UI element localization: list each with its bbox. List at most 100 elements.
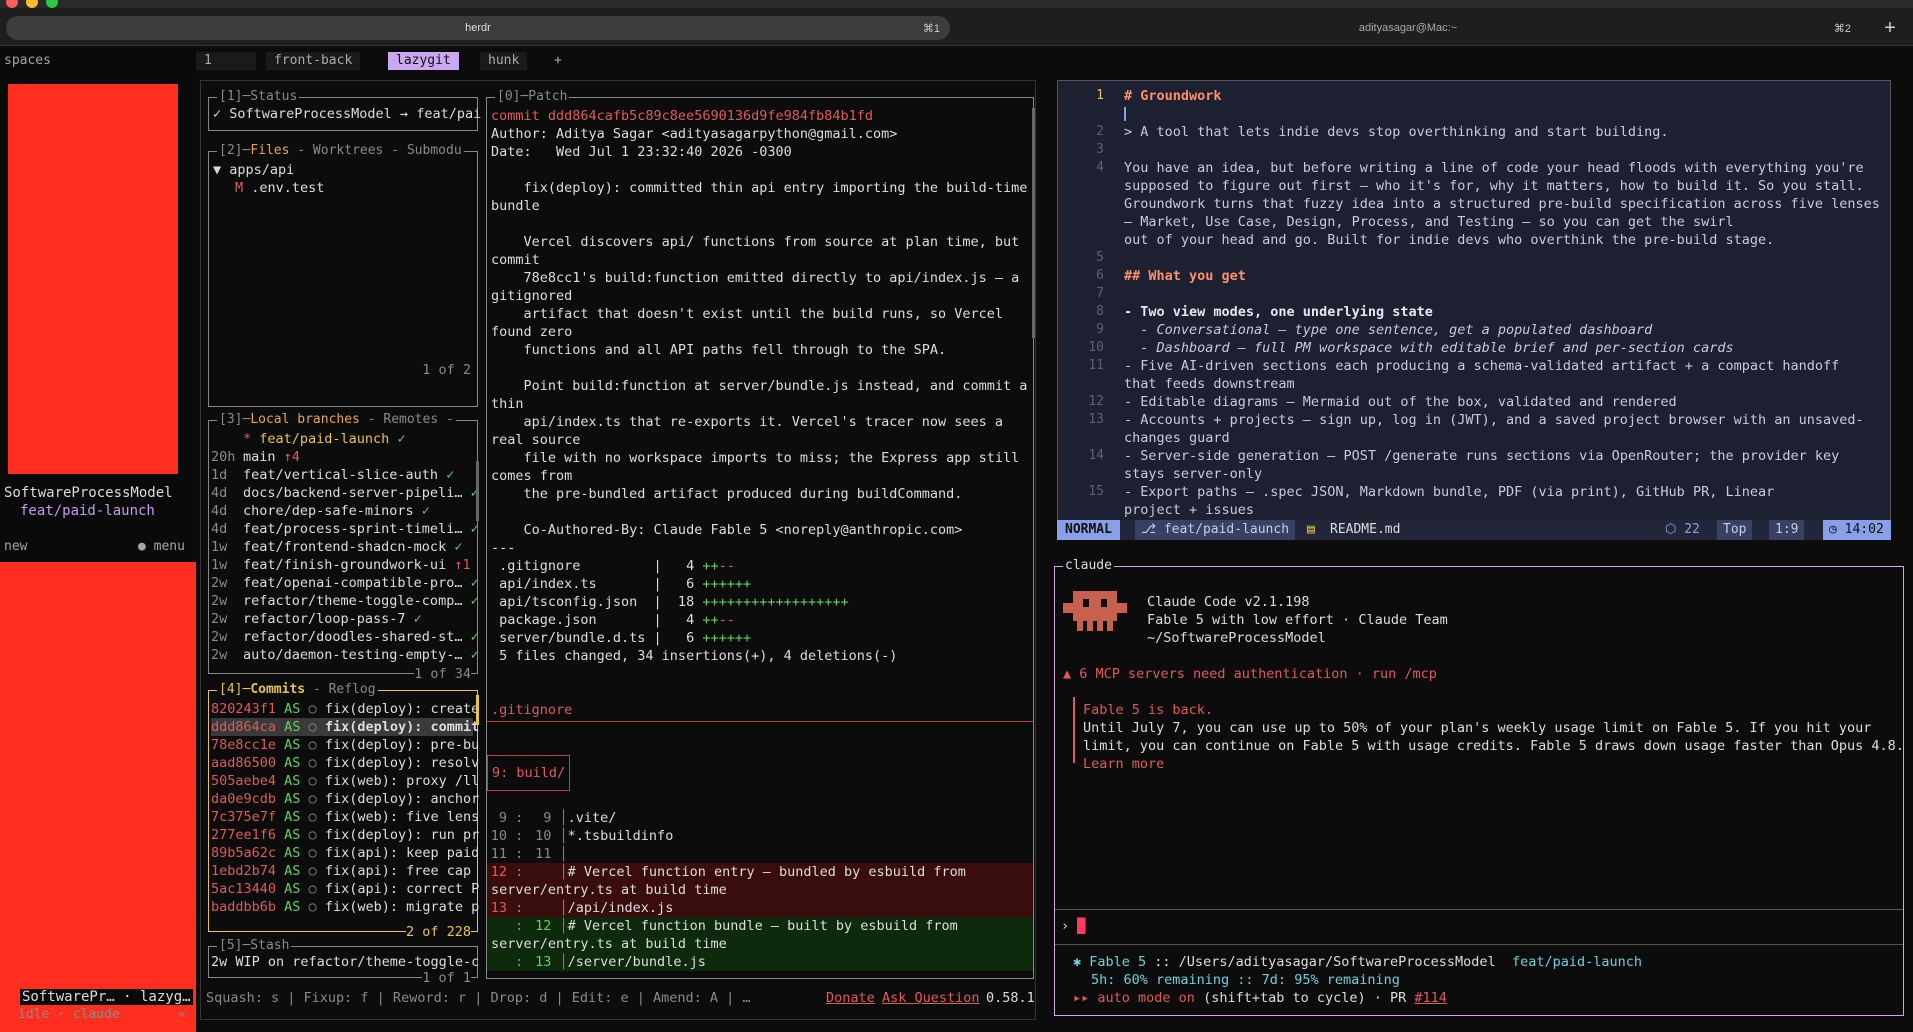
- window-tab-herdr[interactable]: herdr ⌘1: [6, 16, 950, 40]
- editor-line[interactable]: stays server-only: [1124, 465, 1262, 483]
- commit-row[interactable]: da0e9cdb AS ○ fix(deploy): anchor: [211, 790, 479, 808]
- notice-link[interactable]: Learn more: [1083, 755, 1164, 773]
- tab-front-back[interactable]: front-back: [266, 52, 361, 70]
- diff-line[interactable]: 11 : 11 │: [487, 845, 1033, 863]
- commit-row[interactable]: 7c375e7f AS ○ fix(web): five lens: [211, 808, 479, 826]
- branch-row[interactable]: 1w feat/finish-groundwork-ui ↑1: [211, 556, 473, 574]
- commit-row[interactable]: ddd864ca AS ○ fix(deploy): commit: [211, 718, 479, 736]
- new-tab-button[interactable]: +: [1878, 18, 1902, 38]
- branch-row[interactable]: 1w feat/frontend-shadcn-mock ✓: [211, 538, 473, 556]
- branches-panel[interactable]: [3]─Local branches - Remotes - * feat/pa…: [208, 412, 479, 683]
- branch-status: ✓: [413, 503, 430, 519]
- status-panel[interactable]: [1]─Status ✓ SoftwareProcessModel → feat…: [208, 89, 481, 131]
- commit-row[interactable]: 78e8cc1e AS ○ fix(deploy): pre-bu: [211, 736, 479, 754]
- claude-pane[interactable]: claude Claude Code v2.1.198 Fable 5 with…: [1054, 558, 1904, 1016]
- commit-author: AS: [276, 809, 301, 825]
- editor-line[interactable]: supposed to figure out first — who it's …: [1124, 177, 1864, 195]
- minimize-window-button[interactable]: [26, 0, 38, 8]
- editor-line[interactable]: ## What you get: [1124, 267, 1246, 285]
- branch-row[interactable]: 1d feat/vertical-slice-auth ✓: [211, 466, 473, 484]
- commits-panel[interactable]: [4]─Commits - Reflog 820243f1 AS ○ fix(d…: [208, 682, 479, 941]
- stash-panel[interactable]: [5]─Stash 2w WIP on refactor/theme-toggl…: [208, 938, 479, 987]
- branch-row[interactable]: 2w refactor/theme-toggle-comp… ✓: [211, 592, 479, 610]
- editor-line[interactable]: - Conversational — type one sentence, ge…: [1124, 321, 1652, 339]
- diffstat-summary: 5 files changed, 34 insertions(+), 4 del…: [491, 648, 898, 664]
- branch-status: ✓: [462, 521, 479, 537]
- diff-gutter: :: [507, 954, 532, 970]
- space-preview-2[interactable]: [0, 562, 196, 1032]
- editor-line[interactable]: - Export paths — .spec JSON, Markdown bu…: [1124, 483, 1774, 501]
- pr-link[interactable]: #114: [1414, 990, 1447, 1006]
- commits-scrollbar[interactable]: [476, 695, 479, 725]
- commit-row[interactable]: 89b5a62c AS ○ fix(api): keep paid: [211, 844, 479, 862]
- diff-line[interactable]: server/entry.ts at build time: [487, 881, 1033, 899]
- commit-row[interactable]: 277ee1f6 AS ○ fix(deploy): run pr: [211, 826, 479, 844]
- editor-line[interactable]: Groundwork turns that fuzzy idea into a …: [1124, 195, 1880, 213]
- diff-line[interactable]: 13 : │/api/index.js: [487, 899, 1033, 917]
- diff-gutter: :: [507, 918, 532, 934]
- branch-row[interactable]: 2w refactor/loop-pass-7 ✓: [211, 610, 473, 628]
- editor-line[interactable]: - Two view modes, one underlying state: [1124, 303, 1433, 321]
- editor-line[interactable]: > A tool that lets indie devs stop overt…: [1124, 123, 1669, 141]
- branches-scrollbar[interactable]: [476, 461, 479, 521]
- diff-new-lineno: 10: [535, 828, 552, 844]
- file-entry[interactable]: M .env.test: [235, 179, 324, 197]
- diff-line[interactable]: server/entry.ts at build time: [487, 935, 1033, 953]
- tab-lazygit[interactable]: lazygit: [388, 52, 459, 70]
- branch-row[interactable]: 4d chore/dep-safe-minors ✓: [211, 502, 473, 520]
- editor-line[interactable]: — Market, Use Case, Design, Process, and…: [1124, 213, 1734, 231]
- donate-link[interactable]: Donate: [826, 989, 875, 1007]
- line-number: 12: [1088, 394, 1104, 409]
- diff-line[interactable]: 12 : │# Vercel function entry — bundled …: [487, 863, 1033, 881]
- editor-line[interactable]: changes guard: [1124, 429, 1230, 447]
- editor-branch-label: feat/paid-launch: [1163, 522, 1290, 537]
- window-tab-terminal[interactable]: adityasagar@Mac:~ ⌘2: [955, 16, 1861, 40]
- files-panel[interactable]: [2]─Files - Worktrees - Submodu ▼ apps/a…: [208, 143, 478, 407]
- close-window-button[interactable]: [6, 0, 18, 8]
- commit-row[interactable]: aad86500 AS ○ fix(deploy): resolv: [211, 754, 479, 772]
- commit-row[interactable]: baddbb6b AS ○ fix(web): migrate p: [211, 898, 479, 916]
- new-space-button[interactable]: new: [4, 539, 27, 554]
- collapse-sidebar-button[interactable]: «: [178, 1007, 186, 1022]
- branch-row[interactable]: 2w auto/daemon-testing-empty-… ✓: [211, 646, 479, 664]
- editor-line[interactable]: - Five AI-driven sections each producing…: [1124, 357, 1839, 375]
- editor-line[interactable]: You have an idea, but before writing a l…: [1124, 159, 1864, 177]
- editor-line[interactable]: out of your head and go. Built for indie…: [1124, 231, 1774, 249]
- space-name[interactable]: SoftwareProcessModel: [4, 485, 173, 501]
- branch-row[interactable]: 2w feat/openai-compatible-pro… ✓: [211, 574, 479, 592]
- editor-line[interactable]: project + issues: [1124, 501, 1254, 519]
- editor-branch: ⎇ feat/paid-launch: [1135, 520, 1296, 540]
- prompt-input[interactable]: › █: [1061, 917, 1086, 935]
- branch-row[interactable]: 4d docs/backend-server-pipeli… ✓: [211, 484, 479, 502]
- patch-panel[interactable]: [0]─Patch commit ddd864cafb5c89c8ee56901…: [486, 89, 1035, 979]
- menu-button[interactable]: ● menu: [138, 539, 185, 554]
- diff-line[interactable]: 10 : 10 │*.tsbuildinfo: [487, 827, 1033, 845]
- diff-line[interactable]: : 13 │/server/bundle.js: [487, 953, 1033, 971]
- branch-row[interactable]: 20h main ↑4: [211, 448, 473, 466]
- bottom-space-name[interactable]: SoftwarePr… · lazyg…: [20, 989, 193, 1005]
- tab-hunk[interactable]: hunk: [480, 52, 528, 70]
- files-dir[interactable]: ▼ apps/api: [213, 161, 294, 179]
- branch-row[interactable]: 4d feat/process-sprint-timeli… ✓: [211, 520, 479, 538]
- editor-line[interactable]: - Server-side generation — POST /generat…: [1124, 447, 1839, 465]
- commit-row[interactable]: 1ebd2b74 AS ○ fix(api): free cap: [211, 862, 473, 880]
- editor-line[interactable]: - Editable diagrams — Mermaid out of the…: [1124, 393, 1677, 411]
- editor-line[interactable]: # Groundwork: [1124, 87, 1222, 105]
- editor-line[interactable]: - Dashboard — full PM workspace with edi…: [1124, 339, 1733, 357]
- branch-row[interactable]: * feat/paid-launch ✓: [211, 430, 473, 448]
- editor-pane[interactable]: 1 # Groundwork 2 > A tool that lets indie d…: [1057, 80, 1891, 540]
- patch-scrollbar[interactable]: [1032, 108, 1035, 338]
- ask-question-link[interactable]: Ask Question: [882, 989, 980, 1007]
- commit-row[interactable]: 505aebe4 AS ○ fix(web): proxy /ll: [211, 772, 479, 790]
- diff-line[interactable]: 9 : 9 │.vite/: [487, 809, 1033, 827]
- add-tab-button[interactable]: +: [546, 52, 570, 70]
- branch-row[interactable]: 2w refactor/doodles-shared-st… ✓: [211, 628, 479, 646]
- commit-row[interactable]: 5ac13440 AS ○ fix(api): correct P: [211, 880, 479, 898]
- zoom-window-button[interactable]: [46, 0, 58, 8]
- space-preview[interactable]: [8, 84, 178, 474]
- commit-row[interactable]: 820243f1 AS ○ fix(deploy): create: [211, 700, 479, 718]
- diff-line[interactable]: : 12 │# Vercel function bundle — built b…: [487, 917, 1033, 935]
- editor-line[interactable]: that feeds downstream: [1124, 375, 1295, 393]
- diff-sep: │: [551, 864, 568, 880]
- editor-line[interactable]: - Accounts + projects — sign up, log in …: [1124, 411, 1864, 429]
